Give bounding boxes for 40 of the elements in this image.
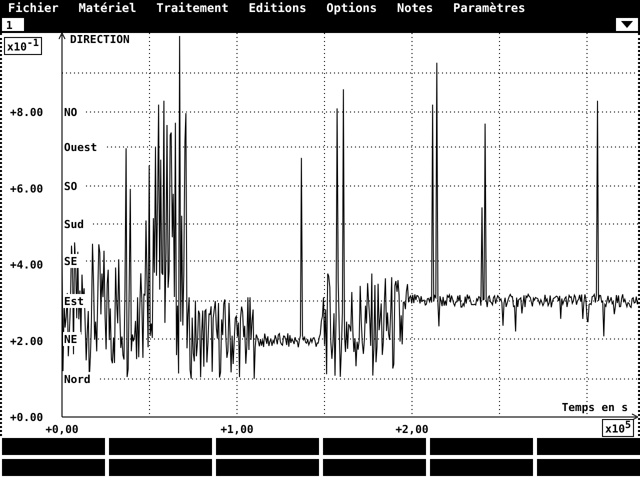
- y-tick-label: +4.00: [10, 258, 44, 272]
- soft-key[interactable]: [535, 459, 640, 478]
- soft-key[interactable]: [428, 459, 533, 478]
- chart-title: DIRECTION: [70, 33, 130, 46]
- soft-key[interactable]: [428, 438, 533, 457]
- soft-key[interactable]: [214, 438, 319, 457]
- direction-label: Nord: [64, 373, 90, 386]
- y-tick-label: +0.00: [10, 411, 44, 424]
- menu-item[interactable]: Paramètres: [453, 1, 526, 15]
- soft-key[interactable]: [321, 438, 426, 457]
- direction-label: Sud: [64, 218, 84, 231]
- y-tick-label: +6.00: [10, 182, 44, 196]
- direction-label: NE: [64, 333, 78, 346]
- caret-icon: [621, 21, 633, 28]
- soft-key[interactable]: [107, 438, 212, 457]
- direction-label: Est: [64, 295, 84, 308]
- y-tick-label: +2.00: [10, 334, 44, 348]
- dropdown-button[interactable]: [616, 18, 638, 31]
- soft-key[interactable]: [0, 438, 105, 457]
- menu-item[interactable]: Fichier: [8, 1, 59, 15]
- direction-label: SO: [64, 180, 78, 193]
- y-tick-label: +8.00: [10, 106, 44, 120]
- menu-item[interactable]: Traitement: [156, 1, 229, 15]
- soft-key[interactable]: [321, 459, 426, 478]
- x-tick-label: +0,00: [45, 423, 79, 436]
- menu-item[interactable]: Options: [326, 1, 377, 15]
- soft-key[interactable]: [107, 459, 212, 478]
- x-tick-label: +1,00: [220, 423, 254, 436]
- x-tick-label: +2,00: [395, 423, 429, 436]
- direction-label: Ouest: [64, 141, 98, 154]
- soft-key[interactable]: [214, 459, 319, 478]
- soft-key[interactable]: [535, 438, 640, 457]
- direction-label: SE: [64, 255, 78, 268]
- tab[interactable]: 1: [2, 18, 24, 31]
- x-axis-label: Temps en s: [562, 401, 628, 414]
- menu-item[interactable]: Notes: [397, 1, 434, 15]
- menu-item[interactable]: Matériel: [78, 1, 136, 15]
- soft-key[interactable]: [0, 459, 105, 478]
- direction-label: NO: [64, 106, 78, 119]
- menu-item[interactable]: Editions: [248, 1, 306, 15]
